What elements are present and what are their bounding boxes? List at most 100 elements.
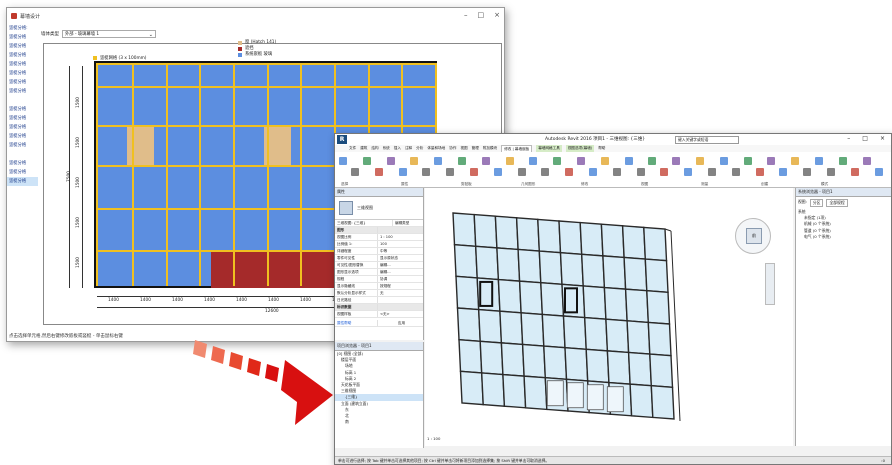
property-value[interactable]: 无 xyxy=(377,290,423,296)
view-scale[interactable]: 1 : 100 xyxy=(427,436,440,441)
glass-panel[interactable] xyxy=(559,251,584,287)
property-value[interactable]: 显示原状态 xyxy=(377,255,423,261)
ribbon-tab[interactable]: 插入 xyxy=(394,145,401,152)
glass-panel[interactable] xyxy=(623,256,648,292)
ribbon-tool-icon[interactable] xyxy=(374,168,383,176)
ribbon-tab[interactable]: 注释 xyxy=(405,145,412,152)
ribbon-tab[interactable]: 分析 xyxy=(416,145,423,152)
ribbon-tool-icon[interactable] xyxy=(481,157,490,165)
property-value[interactable]: 编辑... xyxy=(377,262,423,268)
glass-panel[interactable] xyxy=(606,350,631,385)
ribbon-tab[interactable]: 体量和场地 xyxy=(427,145,445,152)
glass-panel[interactable] xyxy=(643,226,668,262)
wall-type-select[interactable]: 外部 - 玻璃幕墙 1 ⌄ xyxy=(62,30,156,38)
spandrel-panel[interactable] xyxy=(606,386,624,413)
glass-panel[interactable] xyxy=(456,307,481,343)
property-row[interactable]: 零件可见性 显示原状态 xyxy=(335,255,423,262)
property-value[interactable]: 100 xyxy=(377,241,423,247)
ribbon-tool-icon[interactable] xyxy=(410,157,419,165)
sidebar-item[interactable]: 竖梃分格 xyxy=(7,42,38,51)
ribbon-tool-icon[interactable] xyxy=(826,168,835,176)
ribbon-tool-icon[interactable] xyxy=(434,157,443,165)
mullion-vertical[interactable] xyxy=(96,63,98,286)
glass-panel[interactable] xyxy=(646,289,671,325)
ribbon-tool-icon[interactable] xyxy=(422,168,431,176)
browser-item[interactable]: 南 xyxy=(335,419,423,425)
property-value[interactable]: 中等 xyxy=(377,248,423,254)
glass-panel[interactable] xyxy=(452,212,477,248)
sidebar-item[interactable]: 竖梃分格 xyxy=(7,51,38,60)
view-dropdown-row[interactable]: 三维视图: {三维} 编辑类型 xyxy=(335,220,423,227)
sidebar-item[interactable]: 竖梃分格 xyxy=(7,87,38,96)
minimize-button[interactable]: – xyxy=(464,11,468,19)
ribbon-tool-icon[interactable] xyxy=(612,168,621,176)
glass-panel[interactable] xyxy=(473,213,498,249)
ribbon-tool-icon[interactable] xyxy=(636,168,645,176)
property-value[interactable]: 编辑... xyxy=(377,269,423,275)
search-input[interactable]: 键入关键字或短语 xyxy=(675,136,739,144)
property-row[interactable]: 详细程度 中等 xyxy=(335,248,423,255)
ribbon-tool-icon[interactable] xyxy=(779,168,788,176)
viewcube-face[interactable]: 前 xyxy=(746,228,762,244)
ribbon-tool-icon[interactable] xyxy=(743,157,752,165)
property-value[interactable]: 按规程 xyxy=(377,283,423,289)
glass-panel[interactable] xyxy=(500,342,525,377)
ribbon-tool-icon[interactable] xyxy=(850,168,859,176)
ribbon-tab[interactable]: 协作 xyxy=(449,145,456,152)
glass-panel[interactable] xyxy=(517,248,542,284)
mullion-vertical[interactable] xyxy=(232,63,235,286)
ribbon-tool-icon[interactable] xyxy=(469,168,478,176)
mullion-horizontal[interactable] xyxy=(96,86,435,88)
view-select[interactable]: 分区 xyxy=(809,199,824,207)
ribbon-tab[interactable]: 修改 | 幕墙嵌板 xyxy=(501,145,533,152)
glass-panel[interactable] xyxy=(458,338,483,374)
glass-panel[interactable] xyxy=(600,223,625,259)
glass-panel[interactable] xyxy=(497,278,522,314)
ribbon-tool-icon[interactable] xyxy=(541,168,550,176)
ribbon-tool-icon[interactable] xyxy=(350,168,359,176)
glass-panel[interactable] xyxy=(626,320,651,355)
spandrel-panel[interactable] xyxy=(546,380,564,407)
edit-type-button[interactable]: 编辑类型 xyxy=(392,220,423,226)
ribbon-tab[interactable]: 视图 xyxy=(460,145,467,152)
ribbon-tool-icon[interactable] xyxy=(505,157,514,165)
ribbon-tool-icon[interactable] xyxy=(517,168,526,176)
glass-panel[interactable] xyxy=(477,308,503,344)
glass-panel[interactable] xyxy=(562,315,587,351)
ribbon-tool-icon[interactable] xyxy=(767,157,776,165)
discipline-select[interactable]: 全部规程 xyxy=(826,199,848,207)
glass-panel[interactable] xyxy=(480,372,506,407)
glass-panel[interactable] xyxy=(558,220,583,256)
property-value[interactable]: 1 : 100 xyxy=(377,234,423,240)
glass-panel[interactable] xyxy=(538,250,563,286)
ribbon-tool-icon[interactable] xyxy=(386,157,395,165)
spandrel-panel[interactable] xyxy=(566,382,584,409)
property-row[interactable]: 显示隐藏线 按规程 xyxy=(335,283,423,290)
ribbon-tool-icon[interactable] xyxy=(339,157,347,165)
ribbon-tool-icon[interactable] xyxy=(660,168,669,176)
ribbon-tab[interactable]: 管理 xyxy=(472,145,479,152)
glass-panel[interactable] xyxy=(541,313,566,349)
ribbon-tool-icon[interactable] xyxy=(719,157,728,165)
ribbon-tool-icon[interactable] xyxy=(696,157,704,165)
ribbon-tool-icon[interactable] xyxy=(803,168,812,176)
ribbon-tool-icon[interactable] xyxy=(672,157,681,165)
glass-panel[interactable] xyxy=(499,310,524,346)
glass-panel[interactable] xyxy=(649,353,674,389)
ribbon-tab[interactable]: 幕墙网格工具 xyxy=(536,145,562,152)
property-row[interactable]: 图形 xyxy=(335,227,423,234)
glass-panel[interactable] xyxy=(585,348,610,384)
mullion-vertical[interactable] xyxy=(266,63,269,286)
ribbon-tool-icon[interactable] xyxy=(624,157,633,165)
glass-panel[interactable] xyxy=(650,384,675,420)
sidebar-item[interactable]: 竖梃分格 xyxy=(7,159,38,168)
system-item[interactable]: 电气 (0 个系统) xyxy=(796,234,891,240)
ribbon-tool-icon[interactable] xyxy=(600,157,609,165)
navigation-bar[interactable] xyxy=(765,263,775,305)
property-value[interactable] xyxy=(377,304,423,310)
spandrel-panel[interactable] xyxy=(586,384,604,411)
ribbon-tab[interactable]: 建筑 xyxy=(360,145,367,152)
glass-panel[interactable] xyxy=(621,225,647,260)
revit-logo-icon[interactable]: R xyxy=(337,135,347,144)
sidebar-item[interactable]: 竖梃分格 xyxy=(7,132,38,141)
